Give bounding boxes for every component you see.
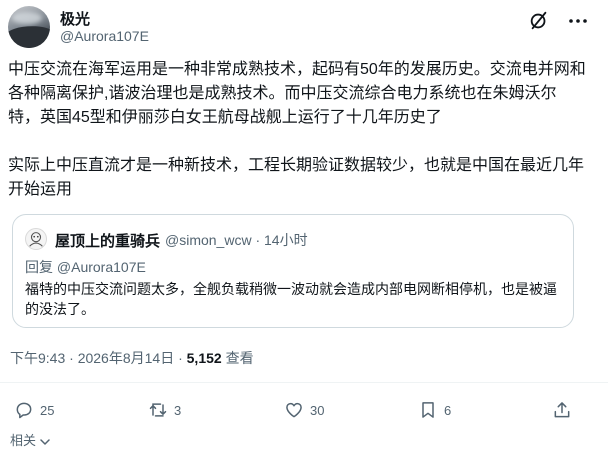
author-avatar[interactable] bbox=[8, 6, 50, 48]
quoted-reply-to: 回复 @Aurora107E bbox=[25, 259, 146, 275]
bookmark-count: 6 bbox=[444, 402, 452, 418]
reply-count: 25 bbox=[40, 402, 55, 418]
post-timestamp: 下午9:43 · 2026年8月14日 · 5,152 查看 bbox=[10, 348, 254, 368]
views-label: 查看 bbox=[221, 350, 254, 366]
chevron-down-icon bbox=[39, 438, 50, 445]
repost-button[interactable]: 3 bbox=[148, 398, 181, 422]
reply-icon bbox=[16, 402, 32, 419]
bookmark-button[interactable]: 6 bbox=[418, 398, 451, 422]
divider bbox=[0, 382, 608, 383]
timestamp-text[interactable]: 下午9:43 · 2026年8月14日 · bbox=[10, 350, 187, 366]
grok-icon[interactable] bbox=[528, 10, 550, 32]
share-button[interactable] bbox=[552, 398, 572, 422]
related-toggle[interactable]: 相关 bbox=[10, 430, 50, 449]
repost-icon bbox=[149, 403, 167, 417]
like-icon bbox=[286, 402, 302, 418]
author-display-name[interactable]: 极光 bbox=[60, 8, 90, 29]
bookmark-icon bbox=[422, 402, 434, 418]
author-handle[interactable]: @Aurora107E bbox=[60, 28, 149, 44]
quoted-author-name[interactable]: 屋顶上的重骑兵 bbox=[55, 230, 160, 251]
post-body-text: 中压交流在海军运用是一种非常成熟技术，起码有50年的发展历史。交流电并网和各种隔… bbox=[8, 61, 586, 198]
post-header: 极光 @Aurora107E bbox=[8, 6, 600, 48]
repost-count: 3 bbox=[174, 402, 182, 418]
quoted-post[interactable]: 屋顶上的重骑兵 @simon_wcw · 14小时 回复 @Aurora107E… bbox=[12, 214, 574, 328]
share-icon bbox=[554, 402, 570, 418]
quoted-post-text: 福特的中压交流问题太多，全舰负载稍微一波动就会造成内部电网断相停机，也是被逼的没… bbox=[25, 281, 557, 317]
reply-button[interactable]: 25 bbox=[14, 398, 54, 422]
like-count: 30 bbox=[310, 402, 325, 418]
quoted-author-handle-time: @simon_wcw · 14小时 bbox=[165, 232, 308, 248]
quoted-author-avatar[interactable] bbox=[25, 228, 47, 250]
views-count: 5,152 bbox=[186, 350, 222, 366]
more-icon[interactable] bbox=[564, 10, 592, 32]
related-label: 相关 bbox=[10, 433, 37, 448]
like-button[interactable]: 30 bbox=[284, 398, 324, 422]
